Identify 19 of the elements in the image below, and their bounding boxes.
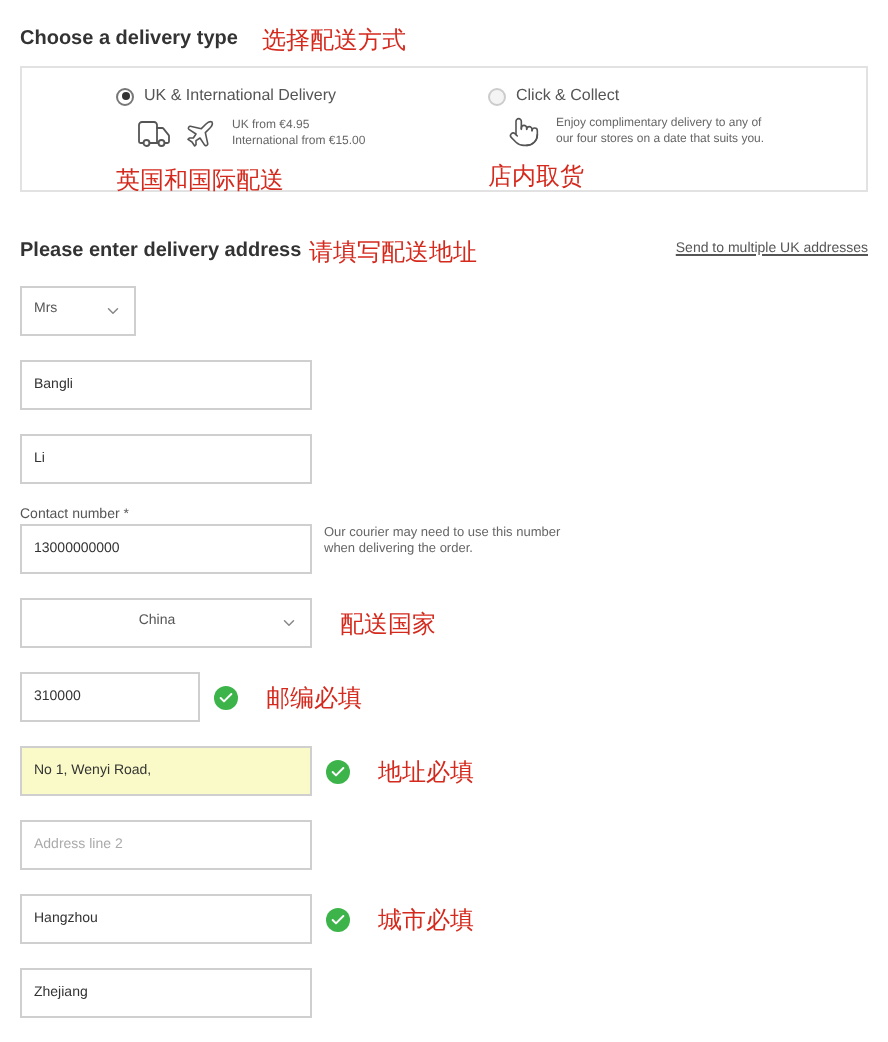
truck-icon: [136, 116, 172, 152]
annotation-text: 地址必填: [378, 757, 474, 785]
annotation-text: 请填写配送地址: [309, 238, 478, 266]
section-title: Choose a delivery type: [20, 26, 238, 54]
annotation-text: 邮编必填: [266, 683, 362, 711]
annotation-text: 选择配送方式: [261, 26, 406, 54]
chevron-icon: [104, 302, 122, 320]
annotation-text: 英国和国际配送: [116, 166, 284, 194]
option-label: Click & Collect: [516, 84, 620, 108]
annotation-text: 店内取货: [488, 162, 584, 190]
radio-button[interactable]: [116, 87, 134, 105]
hand-icon: [508, 116, 540, 148]
section-title: Please enter delivery address: [20, 238, 302, 266]
option-label: UK & International Delivery: [144, 84, 337, 108]
annotation-text: 配送国家: [340, 609, 436, 637]
plane-icon: [184, 118, 216, 150]
radio-button[interactable]: [488, 87, 506, 105]
annotation-text: 城市必填: [378, 905, 474, 933]
chevron-icon: [280, 614, 298, 632]
